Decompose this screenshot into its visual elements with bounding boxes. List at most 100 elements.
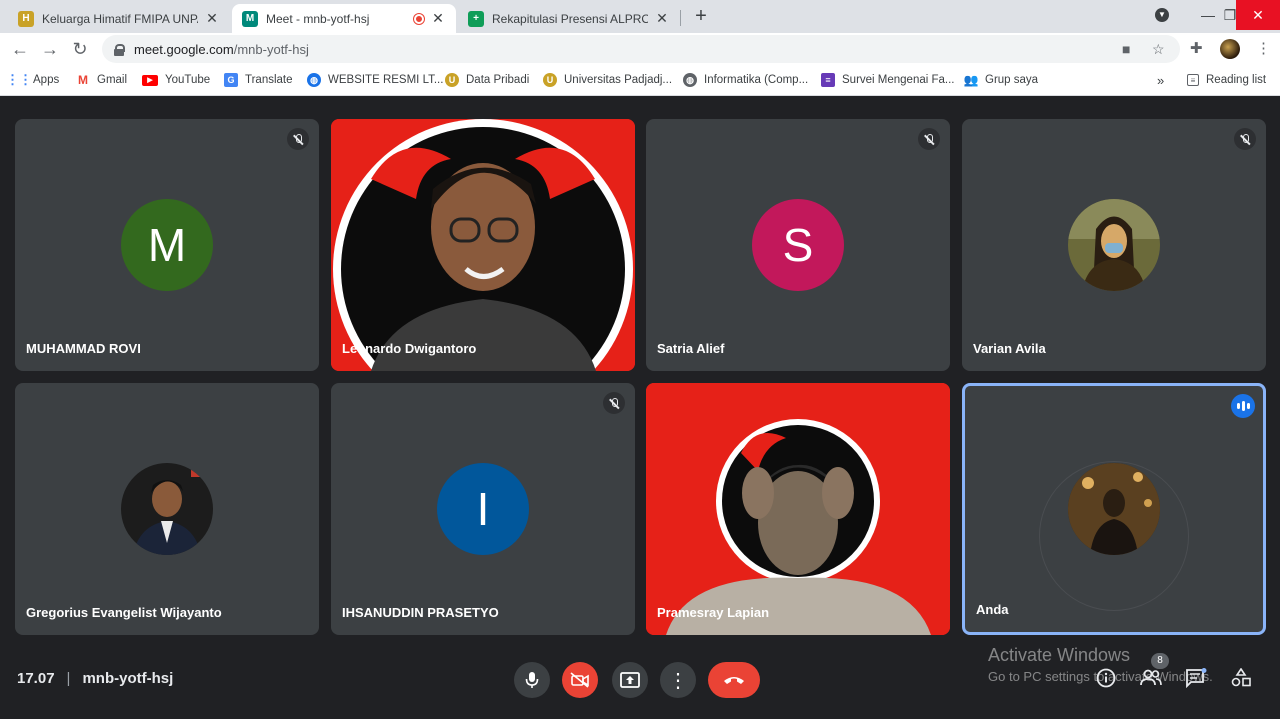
participant-count-badge: 8 [1151, 653, 1169, 669]
camera-off-icon [570, 672, 589, 688]
avatar [1068, 199, 1160, 291]
reading-list-button[interactable]: ≡ Reading list [1187, 71, 1266, 89]
bookmark-apps[interactable]: ⋮⋮ Apps [6, 71, 59, 89]
bookmark-translate[interactable]: G Translate [224, 71, 293, 89]
bookmark-label: WEBSITE RESMI LT... [328, 74, 444, 86]
tab-rekapitulasi[interactable]: + Rekapitulasi Presensi ALPRO (B) ✕ [458, 4, 680, 33]
participant-tile[interactable]: Gregorius Evangelist Wijayanto [15, 383, 319, 635]
meeting-info: 17.07 | mnb-yotf-hsj [17, 670, 173, 687]
windows-activation-title: Activate Windows [988, 645, 1131, 665]
bookmarks-bar: ⋮⋮ Apps M Gmail ▶ YouTube G Translate ◍ … [0, 65, 1280, 96]
participant-name: Gregorius Evangelist Wijayanto [26, 605, 222, 620]
participant-video-tile[interactable]: Pramesray Lapian [646, 383, 950, 635]
youtube-icon: ▶ [142, 74, 158, 86]
bookmark-data-pribadi[interactable]: U Data Pribadi [445, 71, 529, 89]
participant-video-tile[interactable]: Leonardo Dwigantoro [331, 119, 635, 371]
unpad-icon: U [543, 73, 557, 87]
translate-icon: G [224, 73, 238, 87]
bookmark-label: Translate [245, 74, 293, 86]
url-host: meet.google.com [134, 41, 234, 57]
participant-tile-self[interactable]: Anda [962, 383, 1266, 635]
participant-video [331, 119, 635, 371]
bookmark-label: Informatika (Comp... [704, 74, 809, 86]
bookmark-grup-saya[interactable]: 👥 Grup saya [963, 71, 1039, 89]
new-tab-button[interactable]: + [690, 4, 712, 28]
participant-tile[interactable]: S Satria Alief [646, 119, 950, 371]
address-bar[interactable]: meet.google.com/mnb-yotf-hsj ■ ☆ [102, 35, 1180, 63]
microphone-button[interactable] [514, 662, 550, 698]
window-close-icon[interactable]: ✕ [1236, 0, 1280, 30]
meet-stage: M MUHAMMAD ROVI Leonardo Dwigantoro S Sa… [0, 97, 1280, 719]
reload-icon[interactable]: ↻ [68, 37, 92, 61]
globe-icon: ◍ [307, 73, 321, 87]
tab-title: Meet - mnb-yotf-hsj [266, 11, 370, 26]
more-options-button[interactable]: ⋮ [660, 662, 696, 698]
unpad-icon: U [445, 73, 459, 87]
back-arrow-icon[interactable]: ← [8, 37, 32, 61]
participant-tile[interactable]: M MUHAMMAD ROVI [15, 119, 319, 371]
bookmark-label: Grup saya [985, 74, 1039, 86]
meeting-details-button[interactable] [1094, 668, 1118, 692]
participant-name: IHSANUDDIN PRASETYO [342, 605, 499, 620]
participant-tile[interactable]: I IHSANUDDIN PRASETYO [331, 383, 635, 635]
bookmark-universitas[interactable]: U Universitas Padjadj... [543, 71, 672, 89]
browser-toolbar: ← → ↻ meet.google.com/mnb-yotf-hsj ■ ☆ ✚… [0, 33, 1280, 65]
meeting-code: mnb-yotf-hsj [82, 670, 174, 687]
close-icon[interactable]: ✕ [654, 10, 670, 27]
microphone-icon [525, 672, 539, 688]
mic-off-icon [287, 128, 309, 150]
gmail-icon: M [78, 73, 88, 87]
profile-avatar[interactable] [1220, 39, 1240, 59]
profile-menu-icon[interactable]: ▼ [1140, 0, 1184, 30]
camera-off-button[interactable] [562, 662, 598, 698]
participant-name: Pramesray Lapian [657, 605, 770, 620]
globe-icon: ◍ [683, 73, 697, 87]
bookmark-youtube[interactable]: ▶ YouTube [142, 71, 210, 89]
info-icon [1096, 668, 1116, 688]
bookmark-survei[interactable]: ≡ Survei Mengenai Fa... [821, 71, 955, 89]
bookmark-label: Gmail [97, 74, 128, 86]
bookmarks-overflow-icon[interactable]: » [1157, 71, 1164, 89]
bookmark-website-resmi[interactable]: ◍ WEBSITE RESMI LT... [307, 71, 443, 89]
present-screen-button[interactable] [612, 662, 648, 698]
recording-indicator-icon [414, 13, 424, 24]
activities-icon [1231, 667, 1251, 687]
audio-level-icon [1231, 394, 1255, 418]
participant-tile[interactable]: Varian Avila [962, 119, 1266, 371]
reading-list-label: Reading list [1206, 74, 1267, 86]
groups-icon: 👥 [963, 73, 979, 87]
lock-icon [114, 43, 125, 56]
avatar [121, 463, 213, 555]
menu-kebab-icon[interactable]: ⋮ [1256, 39, 1271, 57]
close-icon[interactable]: ✕ [430, 10, 446, 27]
url-path: /mnb-yotf-hsj [233, 41, 309, 57]
mic-off-icon [1234, 128, 1256, 150]
chat-button[interactable] [1184, 668, 1208, 692]
mic-off-icon [603, 392, 625, 414]
sheets-favicon-icon: + [468, 10, 484, 27]
reading-list-icon: ≡ [1187, 74, 1199, 86]
more-vert-icon: ⋮ [668, 669, 688, 692]
forward-arrow-icon[interactable]: → [38, 37, 62, 61]
leave-call-button[interactable] [708, 662, 760, 698]
bookmark-label: YouTube [165, 74, 211, 86]
participant-name: MUHAMMAD ROVI [26, 341, 141, 356]
chat-icon [1186, 668, 1207, 689]
tab-strip: H Keluarga Himatif FMIPA UNPAD ✕ M Meet … [0, 0, 1280, 33]
forms-icon: ≡ [821, 73, 835, 87]
star-icon[interactable]: ☆ [1152, 41, 1165, 58]
close-icon[interactable]: ✕ [204, 10, 220, 27]
activities-button[interactable] [1229, 667, 1253, 692]
people-button[interactable] [1139, 668, 1163, 692]
camera-permission-icon[interactable]: ■ [1122, 41, 1130, 57]
bookmark-informatika[interactable]: ◍ Informatika (Comp... [683, 71, 808, 89]
bookmark-gmail[interactable]: M Gmail [76, 71, 127, 89]
participant-name: Anda [976, 602, 1009, 617]
tab-meet[interactable]: M Meet - mnb-yotf-hsj ✕ [232, 4, 456, 33]
tab-himatif[interactable]: H Keluarga Himatif FMIPA UNPAD ✕ [8, 4, 230, 33]
participant-name: Varian Avila [973, 341, 1046, 356]
extensions-icon[interactable]: ✚ [1190, 39, 1203, 57]
avatar: I [437, 463, 529, 555]
hang-up-icon [724, 677, 744, 684]
avatar [1068, 463, 1160, 555]
